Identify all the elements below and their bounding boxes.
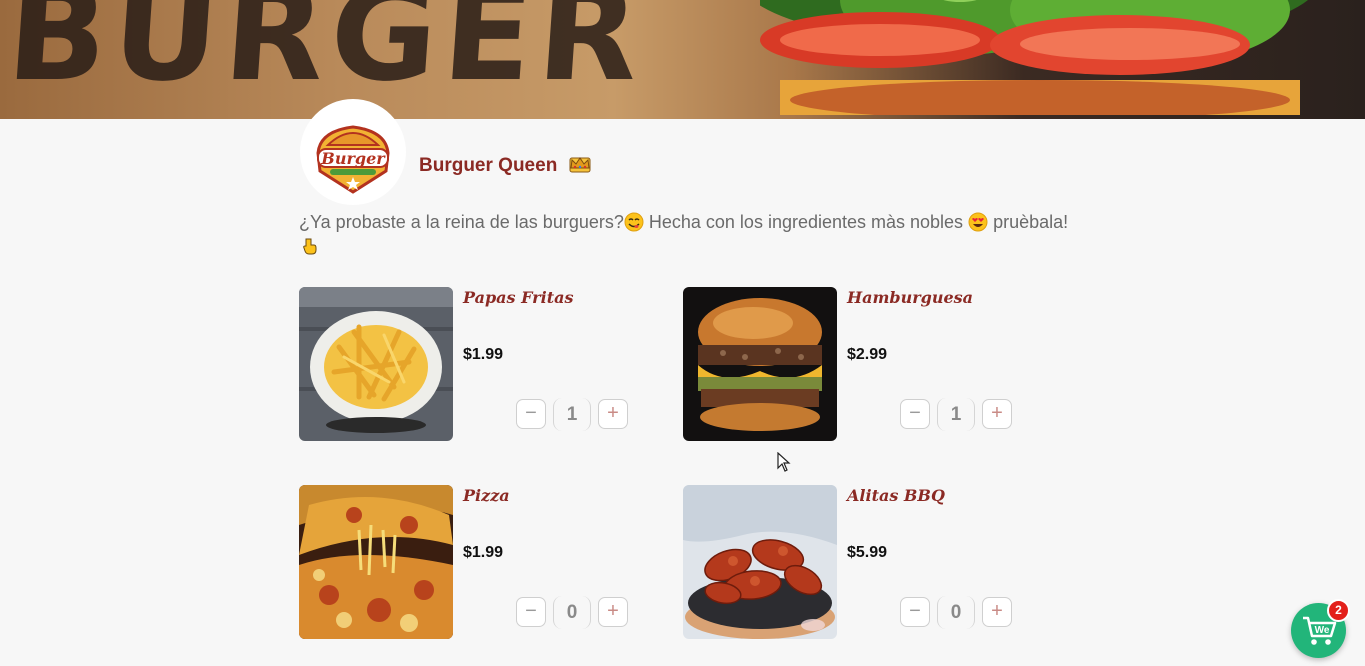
fries-photo[interactable]: [299, 287, 453, 441]
cart-count-badge: 2: [1327, 599, 1350, 622]
store-logo: Burger: [300, 99, 406, 205]
product-price: $1.99: [463, 544, 504, 561]
product-name: Hamburguesa: [847, 288, 974, 307]
product-card-hamburguesa[interactable]: Hamburguesa $2.99 − 1 +: [683, 287, 1023, 443]
pointing-down-icon: [303, 238, 317, 255]
quantity-value[interactable]: 0: [553, 596, 591, 629]
decrease-button[interactable]: −: [900, 399, 930, 429]
burger-photo[interactable]: [683, 287, 837, 441]
increase-button[interactable]: +: [598, 597, 628, 627]
product-card-pizza[interactable]: Pizza $1.99 − 0 +: [299, 485, 639, 641]
yum-face-icon: [624, 212, 644, 232]
product-name: Papas Fritas: [463, 288, 574, 307]
quantity-value[interactable]: 0: [937, 596, 975, 629]
increase-button[interactable]: +: [982, 399, 1012, 429]
store-title: Burguer Queen: [419, 155, 591, 177]
quantity-value[interactable]: 1: [937, 398, 975, 431]
increase-button[interactable]: +: [982, 597, 1012, 627]
logo-text: Burger: [320, 149, 386, 168]
description-part-2: Hecha con los ingredientes màs nobles: [643, 212, 969, 232]
decrease-button[interactable]: −: [516, 597, 546, 627]
banner-text: BURGER: [2, 0, 650, 110]
crown-icon: [569, 157, 591, 173]
product-price: $2.99: [847, 346, 888, 363]
decrease-button[interactable]: −: [900, 597, 930, 627]
quantity-stepper: − 1 +: [516, 398, 632, 431]
burger-logo-icon: Burger: [316, 125, 390, 194]
cart-icon-text: We: [1315, 625, 1330, 636]
bbq-wings-photo[interactable]: [683, 485, 837, 639]
product-name: Pizza: [463, 486, 510, 505]
description-part-3: pruèbala!: [988, 212, 1069, 232]
quantity-stepper: − 0 +: [900, 596, 1016, 629]
header-banner: BURGER: [0, 0, 1365, 119]
store-name: Burguer Queen: [419, 155, 558, 176]
heart-eyes-icon: [968, 212, 988, 232]
product-name: Alitas BBQ: [847, 486, 945, 505]
store-description: ¿Ya probaste a la reina de las burguers?…: [299, 210, 1099, 258]
product-card-alitas-bbq[interactable]: Alitas BBQ $5.99 − 0 +: [683, 485, 1023, 641]
decrease-button[interactable]: −: [516, 399, 546, 429]
product-price: $5.99: [847, 544, 888, 561]
menu-page: BURGER Burger Burguer Queen ¿Ya probaste…: [0, 0, 1365, 666]
product-price: $1.99: [463, 346, 504, 363]
mouse-cursor-icon: [777, 452, 791, 472]
quantity-stepper: − 0 +: [516, 596, 632, 629]
increase-button[interactable]: +: [598, 399, 628, 429]
quantity-stepper: − 1 +: [900, 398, 1016, 431]
product-card-papas-fritas[interactable]: Papas Fritas $1.99 − 1 +: [299, 287, 639, 443]
banner-burger-image: [760, 0, 1308, 115]
pizza-photo[interactable]: [299, 485, 453, 639]
description-part-1: ¿Ya probaste a la reina de las burguers?: [299, 212, 624, 232]
quantity-value[interactable]: 1: [553, 398, 591, 431]
